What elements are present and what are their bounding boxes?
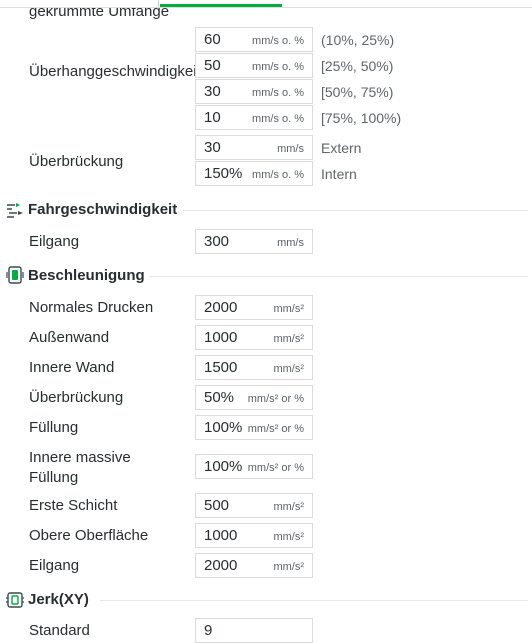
overhang-speed-unit-4: mm/s o. % [252, 113, 304, 125]
bridge-speed-label: Überbrückung [29, 153, 124, 170]
overhang-range-3: [50%, 75%) [321, 84, 394, 100]
overhang-speed-value-2: 50 [204, 57, 221, 74]
tab-strip [0, 0, 532, 8]
accel-top-surface-unit: mm/s² [273, 531, 304, 543]
travel-speed-section-divider [183, 210, 528, 211]
travel-rapid-label: Eilgang [29, 233, 80, 250]
accel-infill-field[interactable]: 100% mm/s² or % [195, 415, 313, 440]
accel-infill-unit: mm/s² or % [247, 423, 304, 435]
overhang-speed-field-4[interactable]: 10 mm/s o. % [195, 105, 313, 130]
jerk-default-field[interactable]: 9 [195, 618, 313, 643]
accel-normal-unit: mm/s² [273, 303, 304, 315]
accel-outer-wall-unit: mm/s² [273, 333, 304, 345]
bridge-speed-external-unit: mm/s [277, 143, 304, 155]
overhang-speed-label: Überhanggeschwindigkeit [29, 63, 201, 80]
overhang-speed-unit-1: mm/s o. % [252, 35, 304, 47]
tab-divider [158, 0, 159, 7]
accel-normal-label: Normales Drucken [29, 299, 154, 316]
accel-inner-solid-infill-unit: mm/s² or % [247, 462, 304, 474]
accel-bridge-field[interactable]: 50% mm/s² or % [195, 385, 313, 410]
jerk-section-divider [100, 600, 528, 601]
acceleration-icon [6, 266, 24, 284]
travel-rapid-value: 300 [204, 233, 230, 250]
overhang-range-4: [75%, 100%) [321, 110, 402, 126]
accel-outer-wall-value: 1000 [204, 329, 238, 346]
overhang-speed-value-3: 30 [204, 83, 221, 100]
accel-outer-wall-label: Außenwand [29, 329, 110, 346]
bridge-speed-external-field[interactable]: 30 mm/s [195, 135, 313, 160]
accel-bridge-value: 50% [204, 389, 235, 406]
acceleration-section-title: Beschleunigung [28, 267, 145, 284]
travel-speed-section-title: Fahrgeschwindigkeit [28, 201, 178, 218]
travel-rapid-unit: mm/s [277, 237, 304, 249]
overhang-speed-field-1[interactable]: 60 mm/s o. % [195, 27, 313, 52]
accel-inner-solid-infill-field[interactable]: 100% mm/s² or % [195, 454, 313, 479]
bridge-speed-internal-unit: mm/s o. % [252, 169, 304, 181]
accel-inner-wall-unit: mm/s² [273, 363, 304, 375]
accel-top-surface-field[interactable]: 1000 mm/s² [195, 523, 313, 548]
jerk-default-value: 9 [204, 622, 213, 639]
accel-infill-label: Füllung [29, 419, 79, 436]
jerk-section-title: Jerk(XY) [28, 591, 89, 608]
accel-normal-field[interactable]: 2000 mm/s² [195, 295, 313, 320]
accel-top-surface-label: Obere Oberfläche [29, 527, 149, 544]
bridge-speed-internal-label: Intern [321, 166, 357, 182]
overhang-range-1: (10%, 25%) [321, 32, 395, 48]
tab-strip-border [0, 7, 532, 8]
accel-inner-wall-label: Innere Wand [29, 359, 115, 376]
accel-travel-field[interactable]: 2000 mm/s² [195, 553, 313, 578]
accel-first-layer-field[interactable]: 500 mm/s² [195, 493, 313, 518]
accel-first-layer-label: Erste Schicht [29, 497, 118, 514]
accel-outer-wall-field[interactable]: 1000 mm/s² [195, 325, 313, 350]
bridge-speed-internal-value: 150% [204, 165, 243, 182]
overhang-speed-unit-2: mm/s o. % [252, 61, 304, 73]
accel-travel-label: Eilgang [29, 557, 80, 574]
travel-rapid-field[interactable]: 300 mm/s [195, 229, 313, 254]
accel-bridge-label: Überbrückung [29, 389, 124, 406]
overhang-speed-unit-3: mm/s o. % [252, 87, 304, 99]
accel-inner-solid-infill-label: Innere massive Füllung [29, 449, 131, 486]
accel-inner-solid-infill-value: 100% [204, 458, 243, 475]
travel-speed-icon [7, 203, 23, 218]
overhang-speed-value-1: 60 [204, 31, 221, 48]
overhang-speed-field-2[interactable]: 50 mm/s o. % [195, 53, 313, 78]
accel-travel-value: 2000 [204, 557, 238, 574]
jerk-icon [6, 592, 24, 608]
bridge-speed-external-label: Extern [321, 140, 362, 156]
accel-first-layer-value: 500 [204, 497, 230, 514]
accel-inner-wall-value: 1500 [204, 359, 238, 376]
accel-inner-wall-field[interactable]: 1500 mm/s² [195, 355, 313, 380]
overhang-speed-value-4: 10 [204, 109, 221, 126]
accel-infill-value: 100% [204, 419, 243, 436]
acceleration-section-divider [150, 276, 528, 277]
overhang-range-2: [25%, 50%) [321, 58, 394, 74]
accel-top-surface-value: 1000 [204, 527, 238, 544]
accel-first-layer-unit: mm/s² [273, 501, 304, 513]
accel-bridge-unit: mm/s² or % [247, 393, 304, 405]
bridge-speed-internal-field[interactable]: 150% mm/s o. % [195, 161, 313, 186]
overhang-speed-field-3[interactable]: 30 mm/s o. % [195, 79, 313, 104]
jerk-default-label: Standard [29, 622, 90, 639]
bridge-speed-external-value: 30 [204, 139, 221, 156]
accel-travel-unit: mm/s² [273, 561, 304, 573]
accel-normal-value: 2000 [204, 299, 238, 316]
